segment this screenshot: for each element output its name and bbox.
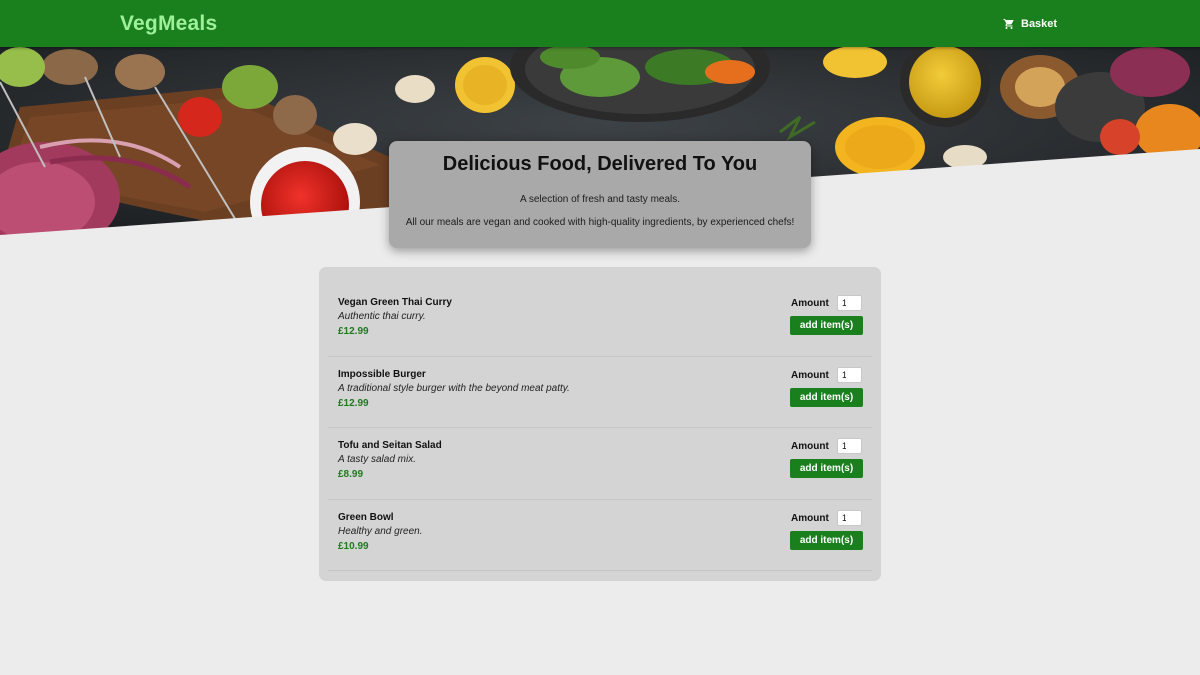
meal-item: Green Bowl Healthy and green. £10.99 Amo…	[328, 500, 872, 571]
top-nav-bar: VegMeals Basket	[0, 0, 1200, 47]
meal-price: £8.99	[338, 469, 364, 480]
basket-button[interactable]: Basket	[1003, 15, 1057, 33]
intro-card: Delicious Food, Delivered To You A selec…	[389, 141, 811, 248]
add-item-button[interactable]: add item(s)	[790, 530, 863, 550]
cart-icon	[1003, 18, 1015, 30]
hero-title: Delicious Food, Delivered To You	[442, 153, 758, 175]
add-item-button[interactable]: add item(s)	[790, 387, 863, 407]
amount-input[interactable]	[837, 438, 862, 454]
meal-item: Impossible Burger A traditional style bu…	[328, 357, 872, 428]
meal-name: Impossible Burger	[338, 368, 426, 380]
meal-description: A tasty salad mix.	[338, 454, 416, 465]
add-item-button[interactable]: add item(s)	[790, 316, 863, 335]
meal-description: Authentic thai curry.	[338, 311, 426, 322]
amount-label: Amount	[791, 298, 829, 309]
meal-item: Tofu and Seitan Salad A tasty salad mix.…	[328, 428, 872, 500]
hero-description: All our meals are vegan and cooked with …	[405, 217, 795, 228]
basket-label: Basket	[1021, 18, 1058, 30]
meal-name: Vegan Green Thai Curry	[338, 297, 452, 308]
hero-subtitle: A selection of fresh and tasty meals.	[519, 194, 681, 205]
site-logo[interactable]: VegMeals	[120, 12, 217, 36]
meal-price: £12.99	[338, 397, 369, 409]
meal-name: Tofu and Seitan Salad	[338, 440, 442, 451]
meal-description: Healthy and green.	[338, 525, 423, 537]
amount-input[interactable]	[837, 509, 862, 526]
meal-description: A traditional style burger with the beyo…	[338, 382, 570, 394]
meals-list: Vegan Green Thai Curry Authentic thai cu…	[319, 267, 881, 581]
amount-input[interactable]	[837, 366, 862, 383]
meal-price: £12.99	[338, 326, 369, 337]
add-item-button[interactable]: add item(s)	[790, 459, 863, 478]
meal-price: £10.99	[338, 540, 369, 552]
amount-label: Amount	[791, 441, 829, 452]
amount-label: Amount	[791, 369, 829, 381]
meal-name: Green Bowl	[338, 511, 394, 523]
amount-label: Amount	[791, 512, 829, 524]
amount-input[interactable]	[837, 295, 862, 311]
meal-item: Vegan Green Thai Curry Authentic thai cu…	[328, 285, 872, 357]
